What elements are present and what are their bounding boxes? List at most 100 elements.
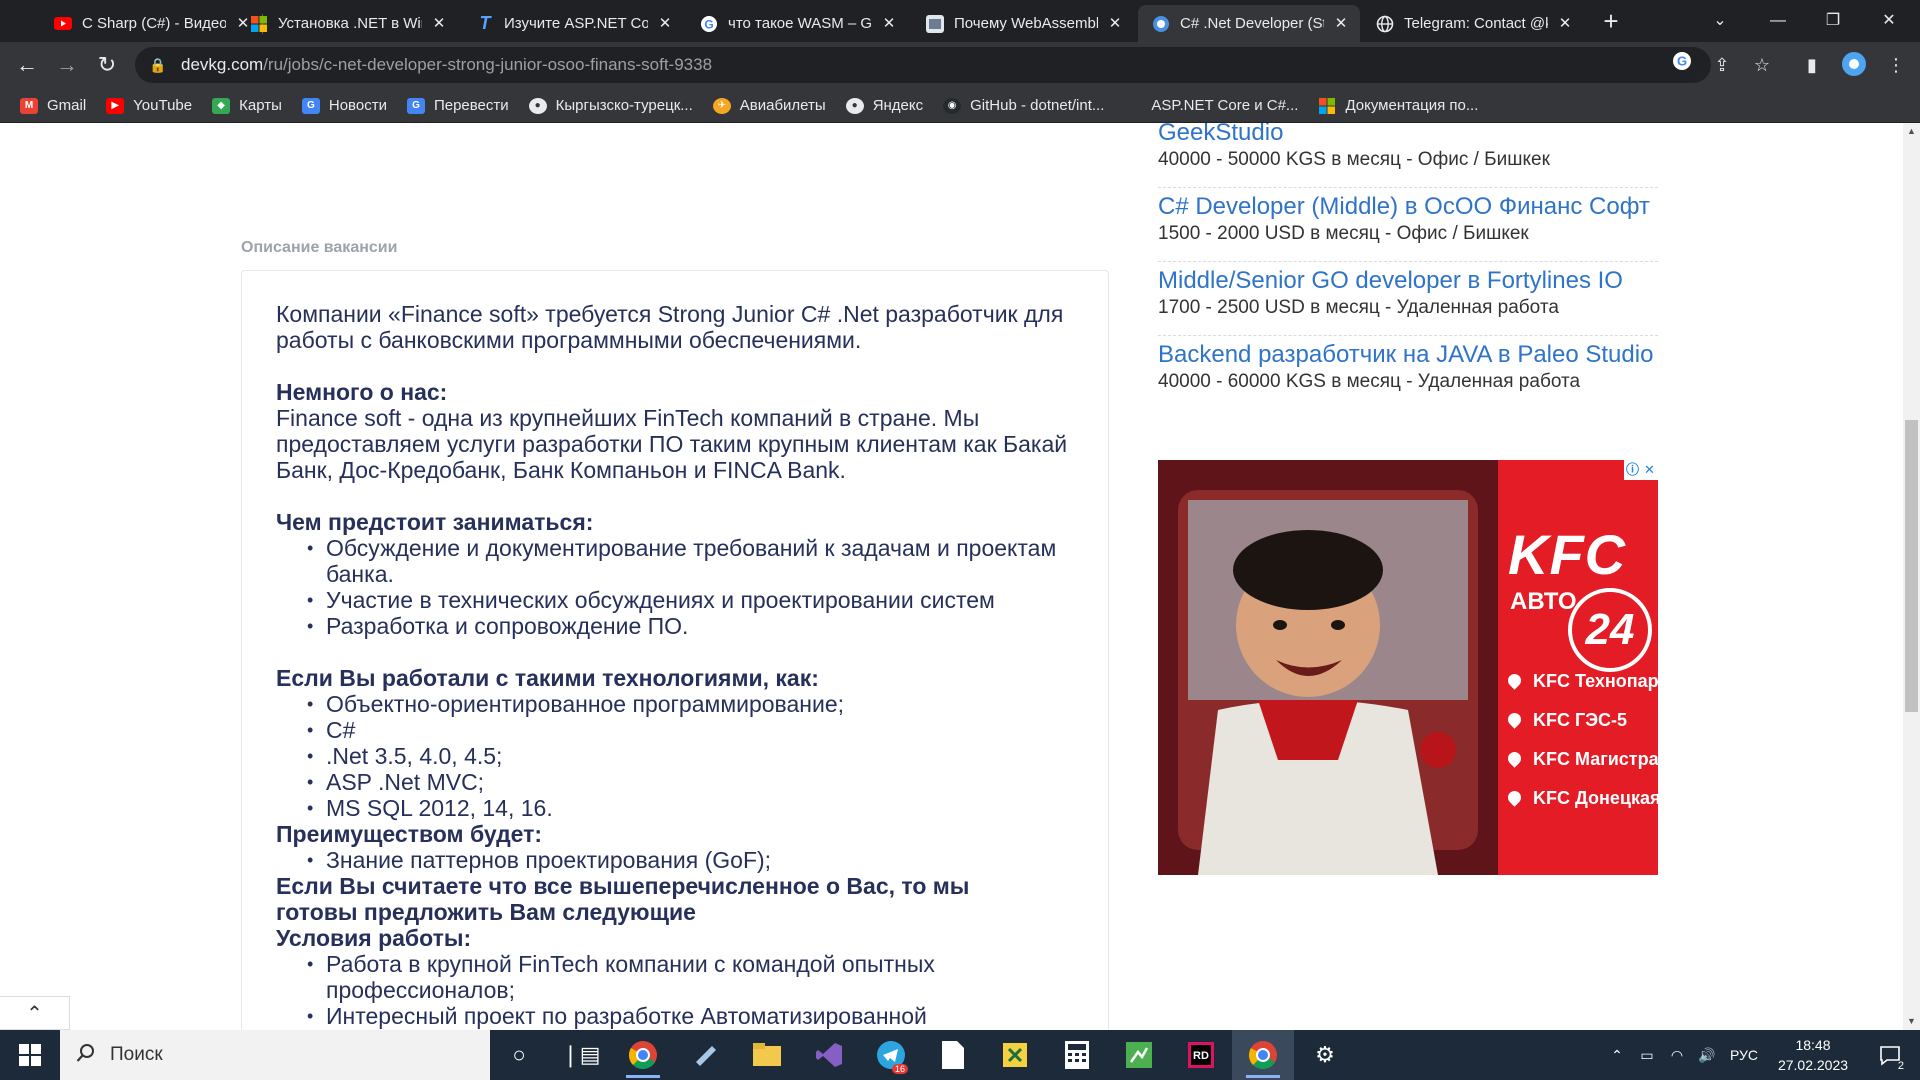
bookmark-label: Авиабилеты [739,97,826,114]
tab-title: Установка .NET в Windows [278,15,422,32]
scroll-up-arrow-icon[interactable]: ▲ [1903,123,1920,140]
job-card[interactable]: C# Developer (Middle) в ОсОО Финанс Софт… [1158,193,1658,246]
job-title-link[interactable]: Backend разработчик на JAVA в Paleo Stud… [1158,341,1658,369]
side-panel-icon[interactable]: ▮ [1798,51,1826,79]
bookmark-kyrgyz-turkish[interactable]: ● Кыргызско-турецк... [528,97,693,114]
share-icon[interactable]: ⇪ [1708,51,1736,79]
close-tab-icon[interactable]: ✕ [1556,15,1574,33]
close-tab-icon[interactable]: ✕ [880,15,898,33]
ad-location-label: KFC Технопарк [1533,671,1658,691]
divider [1158,187,1658,188]
rider-app-icon[interactable]: RD [1170,1030,1232,1080]
bookmark-maps[interactable]: ◆ Карты [212,97,282,114]
url-path: /ru/jobs/c-net-developer-strong-junior-o… [263,55,713,74]
bookmark-youtube[interactable]: ▶ YouTube [106,97,192,114]
input-language[interactable]: РУС [1724,1030,1764,1080]
page-scrollbar[interactable]: ▲ ▼ [1903,123,1920,1030]
close-tab-icon[interactable]: ✕ [656,15,674,33]
tab-webassembly[interactable]: Почему WebAssembly ✕ [912,5,1134,42]
notification-center-icon[interactable]: 2 [1870,1030,1910,1080]
menu-kebab-icon[interactable]: ⋮ [1882,51,1910,79]
scrollbar-thumb[interactable] [1905,420,1918,712]
bookmark-label: Перевести [433,97,509,114]
close-tab-icon[interactable]: ✕ [430,15,448,33]
google-lens-icon[interactable]: G [1668,51,1696,79]
tab-dotnet-install[interactable]: Установка .NET в Windows ✕ [236,5,458,42]
ad-close-icon[interactable]: ✕ [1641,460,1658,480]
reload-button[interactable]: ↻ [92,50,122,80]
excel-app-icon[interactable] [984,1030,1046,1080]
ad-location: KFC Магистраль [1505,749,1658,770]
calculator-app-icon[interactable] [1046,1030,1108,1080]
globe-icon: ● [845,97,864,114]
list-item: Знание паттернов проектирования (GoF); [307,847,1076,873]
job-card[interactable]: Backend разработчик на JAVA в Paleo Stud… [1158,341,1658,394]
youtube-icon [54,15,72,33]
scroll-down-arrow-icon[interactable]: ▼ [1903,1013,1920,1030]
taskbar-search[interactable]: Поиск [60,1030,490,1080]
tray-overflow-chevron-icon[interactable]: ⌃ [1604,1030,1630,1080]
bookmark-gmail[interactable]: M Gmail [20,97,86,114]
windows-logo-icon [19,1044,41,1066]
settings-gear-icon[interactable]: ⚙ [1294,1030,1356,1080]
lock-icon[interactable]: 🔒 [149,57,169,74]
back-button[interactable]: ← [12,50,42,80]
ad-photo-child-in-car [1158,460,1498,875]
task-view-icon[interactable]: ❘▤ [550,1030,612,1080]
tab-aspnet[interactable]: T Изучите ASP.NET Core ✕ [462,5,684,42]
volume-icon[interactable]: 🔊 [1694,1030,1720,1080]
cortana-icon[interactable]: ○ [488,1030,550,1080]
scroll-to-top-button[interactable]: ⌃ [0,996,70,1030]
profile-avatar-icon[interactable] [1840,51,1868,79]
notes-app-icon[interactable] [674,1030,736,1080]
bookmark-docs[interactable]: Документация по... [1318,97,1478,114]
close-tab-icon[interactable]: ✕ [1106,15,1124,33]
job-card[interactable]: GeekStudio 40000 - 50000 KGS в месяц - О… [1158,123,1658,172]
system-clock[interactable]: 18:48 27.02.2023 [1768,1035,1858,1075]
tab-youtube[interactable]: C Sharp (C#) - Видеоуроки ✕ [40,5,262,42]
tab-search-chevron-icon[interactable]: ⌄ [1705,6,1735,36]
windows-taskbar: Поиск ○ ❘▤ 16 RD ⚙ ⌃ ▭ ◠ 🔊 РУС 18:48 27.… [0,1030,1920,1080]
address-bar[interactable]: 🔒 devkg.com/ru/jobs/c-net-developer-stro… [135,47,1711,83]
bookmark-star-icon[interactable]: ☆ [1748,51,1776,79]
ad-info-icon[interactable]: ⓘ [1624,460,1641,480]
search-icon [76,1043,96,1068]
job-title-link[interactable]: GeekStudio [1158,123,1658,147]
new-tab-button[interactable]: + [1597,8,1625,36]
bookmark-aspnet[interactable]: ASP.NET Core и C#... [1124,97,1298,114]
telegram-app-icon[interactable]: 16 [860,1030,922,1080]
bookmark-aviasales[interactable]: ✈ Авиабилеты [712,97,826,114]
job-card[interactable]: Middle/Senior GO developer в Fortylines … [1158,267,1658,320]
document-app-icon[interactable] [922,1030,984,1080]
forward-button[interactable]: → [52,50,82,80]
wifi-icon[interactable]: ◠ [1664,1030,1690,1080]
start-button[interactable] [0,1030,60,1080]
svg-text:G: G [1677,54,1687,69]
chrome-app-icon-active[interactable] [1232,1030,1294,1080]
kfc-advertisement[interactable]: KFC АВТО 24 KFC Технопарк KFC ГЭС-5 KFC … [1158,460,1658,875]
bookmark-news[interactable]: G Новости [301,97,387,114]
tab-title: C Sharp (C#) - Видеоуроки [82,15,226,32]
translate-icon: G [406,97,425,114]
file-explorer-icon[interactable] [736,1030,798,1080]
job-title-link[interactable]: Middle/Senior GO developer в Fortylines … [1158,267,1658,295]
job-meta: 40000 - 60000 KGS в месяц - Удаленная ра… [1158,371,1581,392]
bookmark-label: Новости [328,97,387,114]
job-title-link[interactable]: C# Developer (Middle) в ОсОО Финанс Софт [1158,193,1658,221]
close-window-button[interactable]: ✕ [1874,6,1904,36]
tab-telegram[interactable]: Telegram: Contact @k ✕ [1362,5,1584,42]
battery-icon[interactable]: ▭ [1634,1030,1660,1080]
spreadsheet-app-icon[interactable] [1108,1030,1170,1080]
bookmark-github[interactable]: ◉ GitHub - dotnet/int... [943,97,1104,114]
close-tab-icon[interactable]: ✕ [1332,15,1350,33]
chrome-app-icon[interactable] [612,1030,674,1080]
ad-choices[interactable]: ⓘ ✕ [1624,460,1658,480]
tab-devkg-active[interactable]: C# .Net Developer (Strong ✕ [1138,5,1360,42]
divider [1158,261,1658,262]
visual-studio-icon[interactable] [798,1030,860,1080]
minimize-button[interactable]: — [1763,6,1793,36]
tab-google-wasm[interactable]: G что такое WASM – Google ✕ [686,5,908,42]
bookmark-translate[interactable]: G Перевести [406,97,509,114]
maximize-button[interactable]: ❐ [1818,6,1848,36]
bookmark-yandex[interactable]: ● Яндекс [845,97,923,114]
